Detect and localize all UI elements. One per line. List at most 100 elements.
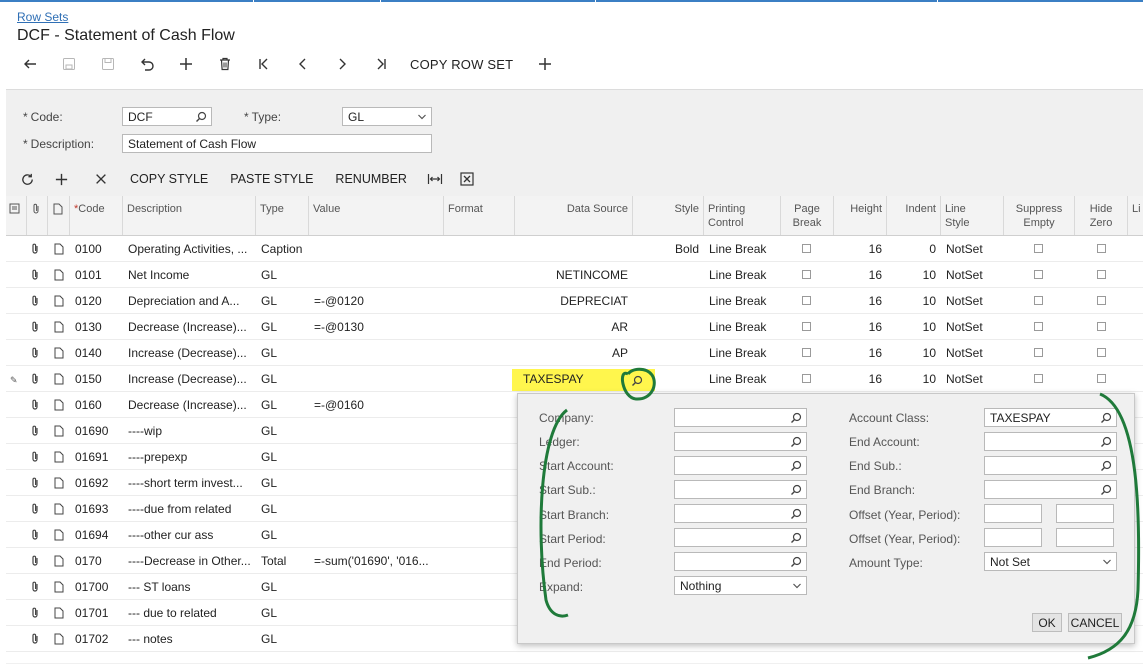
cell-type[interactable]: GL — [256, 470, 309, 496]
file-icon[interactable] — [54, 269, 64, 281]
cell-description[interactable]: Increase (Decrease)... — [123, 366, 256, 392]
paperclip-icon[interactable] — [30, 555, 40, 567]
cell-code[interactable]: 01694 — [70, 522, 123, 548]
start-period-field[interactable] — [674, 528, 807, 547]
cell-source[interactable]: NETINCOME — [515, 262, 633, 288]
cell-code[interactable]: 01692 — [70, 470, 123, 496]
end-branch-field[interactable] — [984, 480, 1117, 499]
search-icon[interactable] — [790, 556, 802, 568]
delete-row-button[interactable] — [81, 168, 120, 190]
hide-zero-checkbox[interactable] — [1097, 348, 1106, 357]
end-period-field[interactable] — [674, 552, 807, 571]
cell-type[interactable]: GL — [256, 522, 309, 548]
table-row[interactable]: 0140 Increase (Decrease)... GL AP Line Break… — [6, 340, 1143, 366]
cell-printing[interactable]: Line Break — [704, 236, 781, 262]
search-icon[interactable] — [631, 375, 643, 387]
cell-type[interactable]: GL — [256, 574, 309, 600]
last-record-button[interactable] — [361, 52, 400, 76]
cell-type[interactable]: GL — [256, 496, 309, 522]
search-icon[interactable] — [790, 460, 802, 472]
cell-value[interactable]: =-@0130 — [309, 314, 444, 340]
code-field[interactable]: DCF — [122, 107, 212, 126]
copy-row-set-button[interactable]: COPY ROW SET — [400, 57, 525, 72]
cell-style[interactable] — [633, 340, 704, 366]
suppress-empty-checkbox[interactable] — [1034, 348, 1043, 357]
cell-code[interactable]: 01700 — [70, 574, 123, 600]
cell-linestyle[interactable]: NotSet — [941, 288, 1004, 314]
cell-code[interactable]: 0170 — [70, 548, 123, 574]
cell-description[interactable]: Depreciation and A... — [123, 288, 256, 314]
cell-height[interactable]: 16 — [834, 366, 887, 392]
table-row[interactable]: 0101 Net Income GL NETINCOME Line Break 16 10 N… — [6, 262, 1143, 288]
save-button[interactable] — [88, 52, 127, 76]
start-sub-field[interactable] — [674, 480, 807, 499]
paperclip-icon[interactable] — [30, 633, 40, 645]
table-row[interactable]: 0130 Decrease (Increase)... GL =-@0130 AR Lin… — [6, 314, 1143, 340]
cell-printing[interactable]: Line Break — [704, 314, 781, 340]
cell-description[interactable]: --- due to related — [123, 600, 256, 626]
cell-description[interactable]: Decrease (Increase)... — [123, 392, 256, 418]
cell-code[interactable]: 01702 — [70, 626, 123, 652]
account-class-field[interactable]: TAXESPAY — [984, 408, 1117, 427]
expand-select[interactable]: Nothing — [674, 576, 807, 595]
cell-type[interactable]: GL — [256, 262, 309, 288]
paperclip-icon[interactable] — [30, 269, 40, 281]
header-suppress-empty[interactable]: Suppress Empty — [1004, 196, 1075, 235]
paperclip-icon[interactable] — [30, 581, 40, 593]
suppress-empty-checkbox[interactable] — [1034, 374, 1043, 383]
file-icon[interactable] — [54, 425, 64, 437]
page-break-checkbox[interactable] — [802, 270, 811, 279]
page-break-checkbox[interactable] — [802, 348, 811, 357]
search-icon[interactable] — [1100, 436, 1112, 448]
cell-value[interactable] — [309, 496, 444, 522]
hide-zero-checkbox[interactable] — [1097, 322, 1106, 331]
cell-description[interactable]: Operating Activities, ... — [123, 236, 256, 262]
cell-style[interactable] — [633, 288, 704, 314]
cell-description[interactable]: ----due from related — [123, 496, 256, 522]
file-icon[interactable] — [54, 529, 64, 541]
paperclip-icon[interactable] — [30, 295, 40, 307]
search-icon[interactable] — [1100, 412, 1112, 424]
company-field[interactable] — [674, 408, 807, 427]
renumber-button[interactable]: RENUMBER — [325, 172, 419, 186]
search-icon[interactable] — [1100, 484, 1112, 496]
paperclip-icon[interactable] — [30, 399, 40, 411]
header-value[interactable]: Value — [309, 196, 444, 235]
paperclip-icon[interactable] — [30, 321, 40, 333]
ledger-field[interactable] — [674, 432, 807, 451]
cell-value[interactable]: =-sum('01690', '016... — [309, 548, 444, 574]
search-icon[interactable] — [790, 484, 802, 496]
search-icon[interactable] — [195, 111, 207, 123]
cell-indent[interactable]: 0 — [887, 236, 941, 262]
cell-code[interactable]: 0101 — [70, 262, 123, 288]
cell-value[interactable] — [309, 522, 444, 548]
paperclip-icon[interactable] — [30, 607, 40, 619]
suppress-empty-checkbox[interactable] — [1034, 270, 1043, 279]
start-branch-field[interactable] — [674, 504, 807, 523]
header-line[interactable]: Li — [1128, 196, 1143, 235]
file-icon[interactable] — [54, 607, 64, 619]
paperclip-icon[interactable] — [30, 503, 40, 515]
file-icon[interactable] — [54, 451, 64, 463]
previous-record-button[interactable] — [283, 52, 322, 76]
cell-description[interactable]: ----Decrease in Other... — [123, 548, 256, 574]
cell-style[interactable]: Bold — [633, 236, 704, 262]
header-line-style[interactable]: Line Style — [941, 196, 1004, 235]
cell-value[interactable] — [309, 262, 444, 288]
cell-type[interactable]: GL — [256, 366, 309, 392]
cell-description[interactable]: ----short term invest... — [123, 470, 256, 496]
header-printing-control[interactable]: Printing Control — [704, 196, 781, 235]
cell-type[interactable]: GL — [256, 626, 309, 652]
search-icon[interactable] — [1100, 460, 1112, 472]
add-more-button[interactable] — [525, 52, 564, 76]
cell-indent[interactable]: 10 — [887, 314, 941, 340]
cell-source[interactable]: AP — [515, 340, 633, 366]
file-icon[interactable] — [54, 243, 64, 255]
export-excel-button[interactable] — [451, 168, 483, 190]
cell-code[interactable]: 0140 — [70, 340, 123, 366]
page-break-checkbox[interactable] — [802, 322, 811, 331]
header-height[interactable]: Height — [834, 196, 887, 235]
table-row[interactable]: 0120 Depreciation and A... GL =-@0120 DEPREC… — [6, 288, 1143, 314]
cell-code[interactable]: 0130 — [70, 314, 123, 340]
paperclip-icon[interactable] — [30, 477, 40, 489]
